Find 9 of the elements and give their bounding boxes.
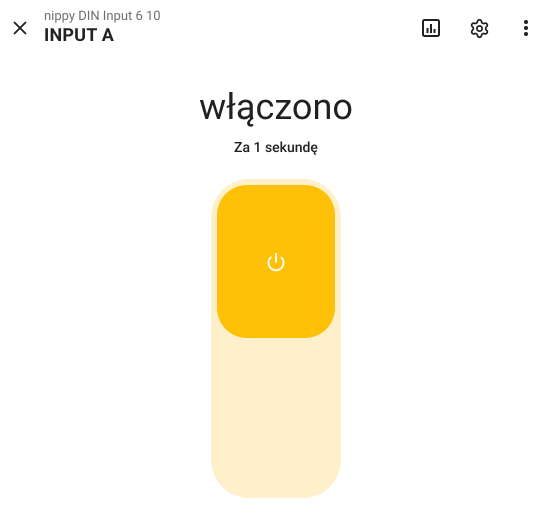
- settings-icon: [468, 18, 490, 38]
- bar-chart-icon: [421, 18, 441, 38]
- more-icon: [524, 20, 528, 36]
- entity-title: INPUT A: [44, 24, 116, 48]
- toggle-switch[interactable]: [211, 179, 341, 498]
- state-label: włączono: [199, 86, 353, 128]
- power-icon: [266, 252, 286, 272]
- device-name: nippy DIN Input 6 10: [44, 8, 162, 25]
- last-changed-label: Za 1 sekundę: [234, 139, 318, 158]
